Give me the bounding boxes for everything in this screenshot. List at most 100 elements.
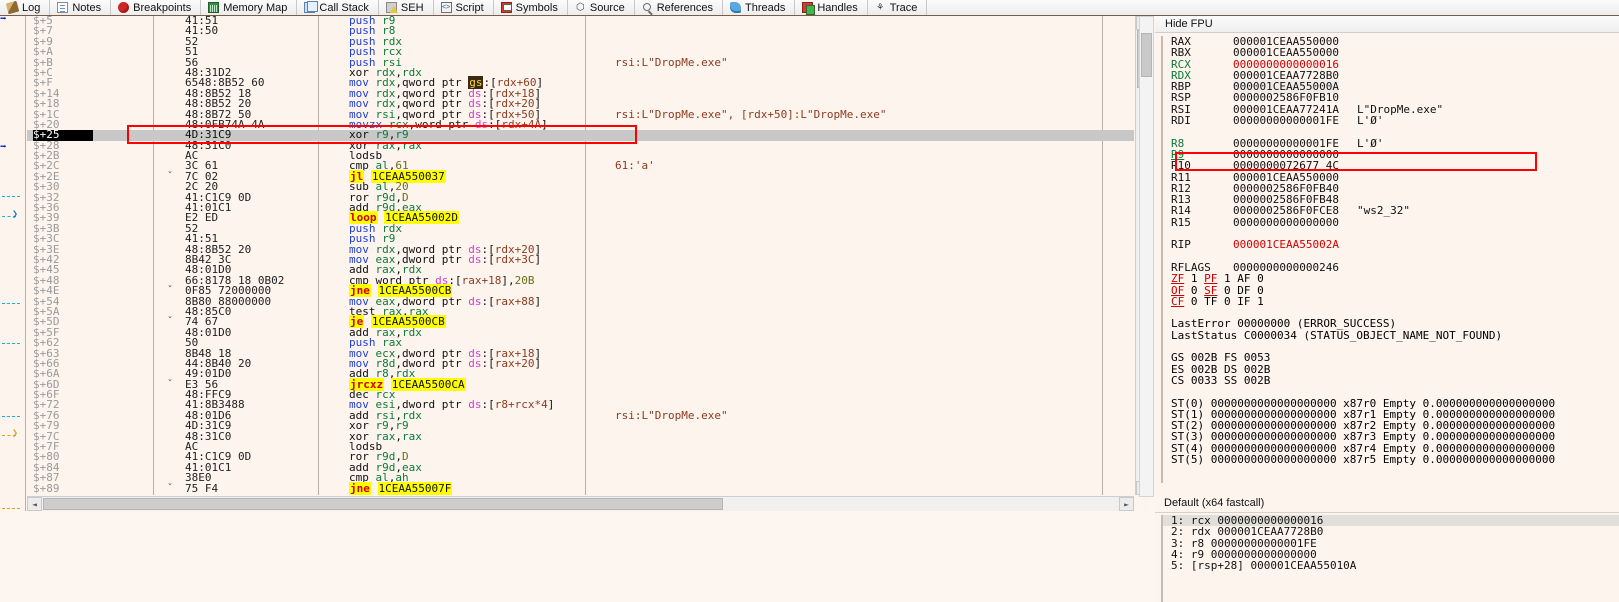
register-row-r14[interactable]: R14 0000002586F0FCE8 "ws2_32" xyxy=(1163,205,1619,217)
tab-symbols[interactable]: Symbols xyxy=(493,0,568,15)
tab-script[interactable]: <> Script xyxy=(433,0,494,15)
instruction-token: r8+rcx*4 xyxy=(494,398,548,412)
row-bytes: 48:31C0 xyxy=(185,138,232,152)
instruction-token: 1CEAA5500CA xyxy=(390,377,466,391)
fpu-register-row[interactable]: ST(5) 0000000000000000000 x87r5 Empty 0.… xyxy=(1163,454,1619,466)
flags-row[interactable]: CF 0 TF 0 IF 1 xyxy=(1163,296,1619,307)
argument-row[interactable]: 5: [rsp+28] 000001CEAA55010A xyxy=(1163,560,1619,572)
registers-vscroll-thumb[interactable] xyxy=(1141,33,1152,77)
jump-line xyxy=(2,303,20,304)
tab-source[interactable]: ⬡ Source xyxy=(567,0,635,15)
register-row-rax[interactable]: RAX 000001CEAA550000 xyxy=(1163,36,1619,47)
handles-icon xyxy=(802,2,816,15)
disassembly-panel[interactable]: ➡ ➡ ❯ ❯ $+5 41:51 push r9 $+7 41:50 push r8 $+9 52… xyxy=(0,13,1150,511)
instruction-token: rax+20 xyxy=(494,356,535,370)
instruction-token: :[ xyxy=(481,252,495,266)
fpu-register-row[interactable]: ST(3) 0000000000000000000 x87r3 Empty 0.… xyxy=(1163,431,1619,443)
tab-label: Trace xyxy=(889,1,918,14)
breakpoint-icon xyxy=(118,2,130,13)
register-row-r12[interactable]: R12 0000002586F0FB40 xyxy=(1163,183,1619,195)
register-row-rdx[interactable]: RDX 000001CEAA7728B0 xyxy=(1163,70,1619,82)
scroll-right-button[interactable]: ► xyxy=(1119,497,1134,511)
segment-registers-row[interactable]: GS 002B FS 0053 xyxy=(1163,352,1619,364)
register-row-r10[interactable]: R10 0000000072677 4C xyxy=(1163,160,1619,172)
instruction-token: , xyxy=(395,138,402,152)
instruction-token: ds xyxy=(468,356,482,370)
tab-handles[interactable]: Handles xyxy=(795,0,868,15)
branch-chevron-icon: ˇ xyxy=(167,170,174,182)
disassembly-hscrollbar[interactable]: ◄ ► xyxy=(27,496,1134,511)
bottom-left-filler xyxy=(0,511,1150,602)
script-icon: <> xyxy=(440,2,452,13)
flag-value-cf[interactable]: 0 xyxy=(1184,295,1204,308)
register-row-r8[interactable]: R8 00000000000001FE L'Ø' xyxy=(1163,136,1619,150)
register-row-rbp[interactable]: RBP 000001CEAA55000A xyxy=(1163,80,1619,94)
log-icon xyxy=(5,0,20,15)
scroll-left-button[interactable]: ◄ xyxy=(27,497,42,511)
register-value[interactable]: 0000000000000000 xyxy=(1233,216,1339,229)
jump-line xyxy=(2,416,20,417)
register-row-rdi[interactable]: RDI 00000000000001FE L'Ø' xyxy=(1163,114,1619,127)
tab-label: Source xyxy=(589,1,625,14)
registers-vscrollbar[interactable] xyxy=(1139,16,1154,497)
row-bytes: 52 xyxy=(185,34,199,48)
jump-target-arrow-icon: ❯ xyxy=(12,209,19,220)
row-comment: rsi:L"DropMe.exe" xyxy=(615,408,728,422)
threads-icon xyxy=(729,2,741,13)
instruction-token: :[ xyxy=(481,398,495,412)
register-row-r15[interactable]: R15 0000000000000000 xyxy=(1163,216,1619,229)
register-row-r9[interactable]: R9 0000000000000000 xyxy=(1163,149,1619,161)
register-row-r11[interactable]: R11 000001CEAA550000 xyxy=(1163,171,1619,183)
register-value[interactable]: 000001CEAA55002A xyxy=(1233,238,1339,251)
tab-label: Memory Map xyxy=(223,1,288,14)
flag-value-tf[interactable]: 0 xyxy=(1217,295,1237,308)
disassembly-rows[interactable]: $+5 41:51 push r9 $+7 41:50 push r8 $+9 52 push … xyxy=(27,16,1134,495)
tab-label: Script xyxy=(455,1,484,14)
flag-tf[interactable]: TF xyxy=(1204,295,1217,308)
tab-label: Breakpoints xyxy=(133,1,192,14)
instruction-token: ds xyxy=(474,117,489,131)
arguments-list[interactable]: 1: rcx 0000000000000016 2: rdx 000001CEAA… xyxy=(1161,515,1619,602)
tab-threads[interactable]: Threads xyxy=(722,0,796,15)
hide-fpu-button[interactable]: Hide FPU xyxy=(1155,16,1619,33)
registers-list[interactable]: RAX 000001CEAA550000 RBX 000001CEAA550000 RC… xyxy=(1161,36,1619,483)
row-bytes: 41:50 xyxy=(185,24,219,38)
register-comment: L'Ø' xyxy=(1356,136,1384,150)
flag-if[interactable]: IF xyxy=(1237,295,1250,308)
instruction-token: :[ xyxy=(481,356,495,370)
instruction-token: ], xyxy=(501,273,515,287)
register-row-rbx[interactable]: RBX 000001CEAA550000 xyxy=(1163,47,1619,59)
segment-registers-row[interactable]: CS 0033 SS 002B xyxy=(1163,375,1619,387)
x64dbg-window: Log Notes Breakpoints Memory Map Call Stack S… xyxy=(0,0,1619,602)
tab-call-stack[interactable]: Call Stack xyxy=(297,0,379,15)
tab-seh[interactable]: SEH xyxy=(378,0,434,15)
tab-notes[interactable]: Notes xyxy=(50,0,112,15)
tab-references[interactable]: References xyxy=(634,0,723,15)
instruction-token: ] xyxy=(547,398,555,412)
register-row-rcx[interactable]: RCX 0000000000000016 xyxy=(1163,58,1619,70)
tab-log[interactable]: Log xyxy=(0,0,51,15)
flag-value-if[interactable]: 1 xyxy=(1251,295,1264,308)
arguments-panel[interactable]: Default (x64 fastcall) 1: rcx 0000000000… xyxy=(1155,495,1619,602)
jump-line xyxy=(2,343,20,344)
register-row-rsi[interactable]: RSI 000001CEAA77241A L"DropMe.exe" xyxy=(1163,103,1619,115)
hscroll-thumb[interactable] xyxy=(43,498,723,510)
registers-panel[interactable]: Hide FPU RAX 000001CEAA550000 RBX 000001CEA… xyxy=(1155,16,1619,497)
row-bytes: 48:31C0 xyxy=(185,429,232,443)
disassembly-row[interactable]: $+89 ˇ 75 F4 jne 1CEAA55007F xyxy=(27,481,1134,495)
tab-label: Handles xyxy=(817,1,858,14)
instruction-token: :[ xyxy=(488,117,502,131)
source-icon: ⬡ xyxy=(575,2,585,13)
flag-cf[interactable]: CF xyxy=(1171,295,1184,308)
argument-row[interactable]: 2: rdx 000001CEAA7728B0 xyxy=(1163,526,1619,538)
tab-label: References xyxy=(656,1,713,14)
register-value[interactable]: 00000000000001FE xyxy=(1233,114,1339,127)
disassembly-gutter[interactable]: ➡ ➡ ❯ ❯ xyxy=(0,13,26,511)
instruction-token: rax+18 xyxy=(461,273,502,287)
register-row-rip[interactable]: RIP 000001CEAA55002A xyxy=(1163,238,1619,251)
tab-trace[interactable]: ⚘ Trace xyxy=(867,0,928,15)
tab-memory-map[interactable]: Memory Map xyxy=(201,0,298,15)
tab-breakpoints[interactable]: Breakpoints xyxy=(111,0,202,15)
